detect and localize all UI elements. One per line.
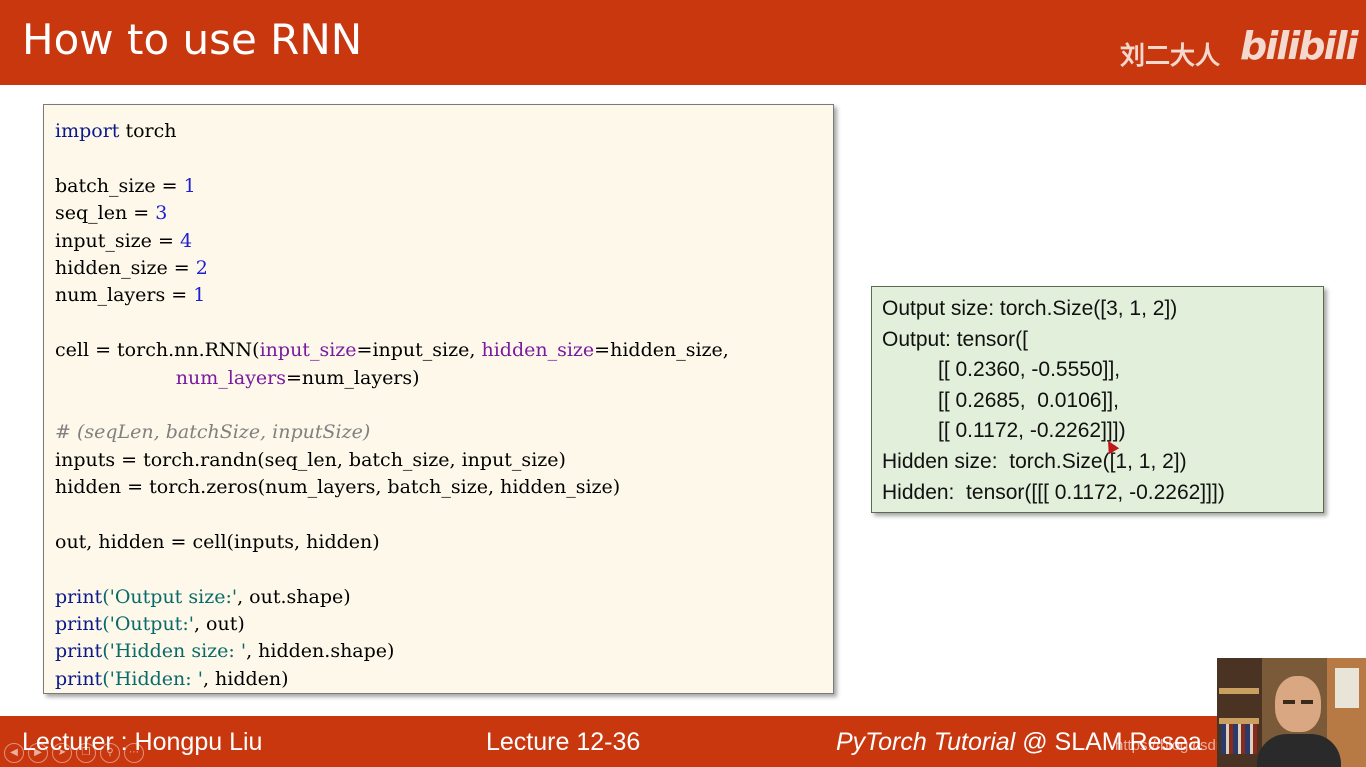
code-line: num_layers = 1	[55, 282, 833, 309]
code-token: print	[55, 667, 103, 690]
code-token: hidden_size =	[55, 256, 196, 279]
play-icon[interactable]: ▶	[28, 743, 48, 763]
code-token: inputs = torch.randn(seq_len, batch_size…	[55, 448, 566, 471]
brand-name: 刘二大人	[1120, 41, 1221, 70]
code-token: =hidden_size,	[594, 339, 729, 362]
code-token: print	[55, 640, 103, 663]
output-line: Hidden: tensor([[[ 0.1172, -0.2262]]])	[882, 480, 1225, 504]
code-line: print('Hidden: ', hidden)	[55, 666, 833, 693]
player-controls: ◀ ▶ ➤ ❐ ⚲ ⋯	[4, 743, 144, 763]
code-token: print	[55, 585, 103, 608]
next-icon[interactable]: ➤	[52, 743, 72, 763]
output-line: [[ 0.1172, -0.2262]]])	[938, 419, 1126, 443]
code-block: import torch batch_size = 1 seq_len = 3 inp…	[43, 104, 834, 694]
code-token: , hidden)	[202, 667, 289, 690]
code-token: ('Output:'	[102, 613, 194, 636]
code-token: , out.shape)	[237, 585, 351, 608]
code-line: cell = torch.nn.RNN(input_size=input_siz…	[55, 337, 833, 364]
code-token: ('Hidden size: '	[102, 640, 247, 663]
code-token: input_size =	[55, 229, 180, 252]
code-line: # (seqLen, batchSize, inputSize)	[55, 419, 833, 446]
code-token: , out)	[193, 613, 245, 636]
code-token: =input_size,	[356, 339, 482, 362]
code-token: import	[55, 120, 120, 142]
slide-title: How to use RNN	[22, 15, 363, 64]
output-line: Output: tensor([	[882, 327, 1028, 351]
slide-header: How to use RNN 刘二大人 bilibili	[0, 0, 1366, 85]
output-line: Output size: torch.Size([3, 1, 2])	[882, 297, 1178, 320]
code-line: print('Output size:', out.shape)	[55, 584, 833, 611]
output-line: Hidden size: torch.Size([1, 1, 2])	[882, 449, 1187, 473]
code-line: num_layers=num_layers)	[55, 365, 833, 392]
code-token: out, hidden = cell(inputs, hidden)	[55, 530, 380, 553]
code-token: # (seqLen, batchSize, inputSize)	[55, 421, 371, 444]
code-token: hidden_size	[481, 339, 595, 362]
code-token: torch	[119, 120, 177, 142]
code-line: print('Output:', out)	[55, 611, 833, 638]
zoom-icon[interactable]: ⚲	[100, 743, 120, 763]
code-token: ('Output size:'	[102, 585, 238, 608]
code-token: hidden = torch.zeros(num_layers, batch_s…	[55, 476, 621, 499]
more-icon[interactable]: ⋯	[124, 743, 144, 763]
code-line: batch_size = 1	[55, 173, 833, 200]
code-token: seq_len =	[55, 202, 156, 225]
code-line: hidden = torch.zeros(num_layers, batch_s…	[55, 474, 833, 501]
code-token: cell = torch.nn.RNN(	[55, 339, 260, 362]
output-line: [[ 0.2360, -0.5550]],	[938, 358, 1121, 382]
prev-icon[interactable]: ◀	[4, 743, 24, 763]
code-token: num_layers	[175, 366, 287, 389]
code-token: 1	[193, 284, 206, 307]
code-token: 4	[179, 229, 193, 252]
code-line: import torch	[55, 118, 833, 145]
code-token: batch_size =	[55, 174, 184, 197]
code-token: ('Hidden: '	[102, 667, 203, 690]
code-token: , hidden.shape)	[246, 640, 395, 663]
code-line: input_size = 4	[55, 228, 833, 255]
code-token: num_layers =	[55, 284, 194, 307]
code-token: input_size	[259, 339, 357, 362]
code-line: hidden_size = 2	[55, 255, 833, 282]
copy-icon[interactable]: ❐	[76, 743, 96, 763]
code-token: 2	[195, 256, 208, 279]
output-block: Output size: torch.Size([3, 1, 2]) Outpu…	[871, 286, 1324, 513]
code-token: 1	[183, 174, 196, 197]
code-line: print('Hidden size: ', hidden.shape)	[55, 638, 833, 665]
bilibili-logo: bilibili	[1240, 24, 1359, 68]
code-line: inputs = torch.randn(seq_len, batch_size…	[55, 447, 833, 474]
lecture-number: Lecture 12-36	[486, 728, 641, 756]
webcam-video	[1217, 658, 1366, 767]
code-token: print	[55, 613, 103, 636]
code-line: seq_len = 3	[55, 200, 833, 227]
course-name: PyTorch Tutorial	[836, 728, 1016, 756]
code-line: out, hidden = cell(inputs, hidden)	[55, 529, 833, 556]
code-token: =num_layers)	[286, 366, 420, 389]
code-token: 3	[155, 202, 168, 225]
output-line: [[ 0.2685, 0.0106]],	[938, 388, 1119, 412]
